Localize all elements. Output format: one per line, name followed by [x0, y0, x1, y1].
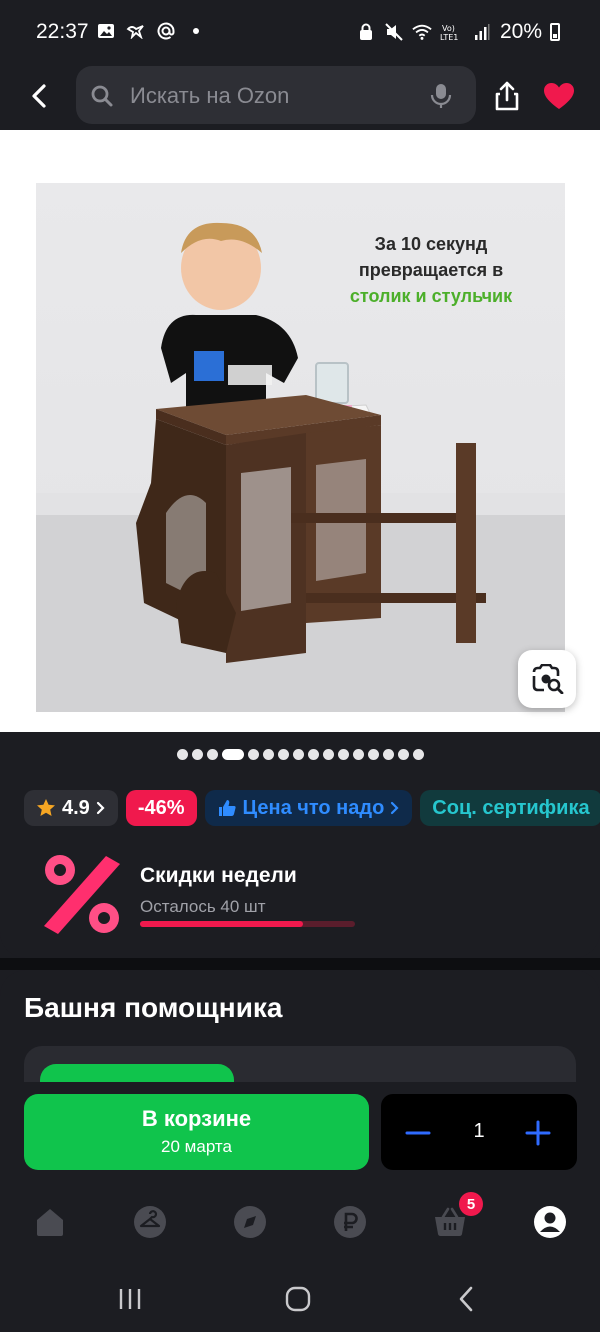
pagination-dot[interactable]	[262, 748, 274, 760]
search-input[interactable]: Искать на Ozon	[76, 66, 476, 124]
plus-icon[interactable]	[523, 1118, 553, 1148]
discount-value: -46%	[137, 796, 185, 819]
rating-badge[interactable]: 4.9	[24, 790, 118, 826]
pagination-dot[interactable]	[382, 748, 394, 760]
profile-icon[interactable]	[530, 1202, 570, 1242]
battery-percent: 20%	[499, 20, 542, 43]
pagination-dot[interactable]	[352, 748, 364, 760]
photo-caption-line3: столик и стульчик	[349, 286, 513, 306]
bottom-navigation: 5	[0, 1184, 600, 1264]
signal-icon	[472, 23, 492, 41]
image-icon	[96, 22, 116, 40]
microphone-icon[interactable]	[430, 83, 452, 109]
visual-search-icon	[532, 664, 564, 694]
gallery-pagination[interactable]	[0, 746, 600, 762]
deals-progress-fill	[140, 921, 304, 927]
compass-icon[interactable]	[230, 1202, 270, 1242]
at-icon	[156, 22, 176, 40]
pagination-dot[interactable]	[277, 748, 289, 760]
pagination-dot[interactable]	[337, 748, 349, 760]
recent-apps-icon[interactable]	[110, 1284, 150, 1314]
pagination-dot[interactable]	[367, 748, 379, 760]
cart-button-label: В корзине	[141, 1106, 252, 1131]
percent-icon	[36, 848, 128, 940]
battery-icon	[550, 23, 560, 41]
hanger-icon[interactable]	[130, 1202, 170, 1242]
section-divider	[0, 958, 600, 970]
pagination-dot[interactable]	[292, 748, 304, 760]
delivery-date: 20 марта	[161, 1137, 232, 1156]
system-navigation-bar	[0, 1264, 600, 1332]
search-icon	[90, 84, 114, 108]
star-icon	[37, 799, 55, 816]
product-title-card: Башня помощника	[0, 970, 600, 1106]
pagination-dot[interactable]	[397, 748, 409, 760]
ruble-icon[interactable]	[330, 1202, 370, 1242]
pagination-dot[interactable]	[412, 748, 424, 760]
heart-icon[interactable]	[543, 82, 575, 110]
product-photo: За 10 секунд превращается в столик и сту…	[36, 183, 565, 712]
price-badge-label: Цена что надо	[242, 796, 385, 819]
in-cart-button[interactable]: В корзине 20 марта	[24, 1094, 369, 1170]
pagination-dot[interactable]	[307, 748, 319, 760]
price-badge[interactable]: Цена что надо	[204, 790, 413, 826]
deals-title: Скидки недели	[140, 864, 297, 887]
badges-row: 4.9 -46% Цена что надо Соц. сертифика	[24, 790, 600, 826]
bird-icon	[126, 22, 146, 40]
visual-search-button[interactable]	[518, 650, 576, 708]
chevron-right-icon	[96, 801, 105, 815]
status-notification-icons	[96, 22, 206, 40]
back-arrow-icon[interactable]	[24, 80, 56, 112]
lte-icon: Vo) LTE1	[440, 23, 464, 41]
chevron-right-icon	[391, 801, 399, 815]
deals-remaining: Осталось 40 шт	[140, 897, 266, 916]
home-icon[interactable]	[30, 1202, 70, 1242]
dot-icon	[186, 22, 206, 40]
discount-badge: -46%	[125, 790, 197, 826]
pagination-dot[interactable]	[206, 748, 218, 760]
photo-caption-line2: превращается в	[358, 260, 504, 280]
system-back-icon[interactable]	[446, 1284, 486, 1314]
pagination-dot[interactable]	[191, 748, 203, 760]
product-gallery[interactable]: За 10 секунд превращается в столик и сту…	[0, 130, 600, 732]
photo-caption: За 10 секунд превращается в столик и сту…	[336, 231, 526, 309]
pagination-dot[interactable]	[322, 748, 334, 760]
wifi-icon	[412, 23, 432, 41]
product-title: Башня помощника	[24, 992, 283, 1023]
bottom-action-bar: В корзине 20 марта 1	[0, 1082, 600, 1184]
photo-caption-line1: За 10 секунд	[374, 234, 488, 254]
quantity-stepper: 1	[381, 1094, 577, 1170]
thumbs-up-icon	[218, 800, 236, 816]
status-bar: 22:37 Vo) LTE1 20%	[0, 0, 600, 64]
status-system-icons: Vo) LTE1 20%	[356, 20, 560, 44]
deals-progress-bar	[140, 921, 355, 927]
rating-value: 4.9	[62, 796, 90, 819]
pagination-dot[interactable]	[176, 748, 188, 760]
pagination-dot[interactable]	[247, 748, 259, 760]
mute-icon	[384, 23, 404, 41]
search-placeholder: Искать на Ozon	[130, 83, 290, 108]
status-time: 22:37	[36, 20, 89, 43]
home-button-icon[interactable]	[278, 1284, 318, 1314]
certificate-badge[interactable]: Соц. сертифика	[420, 790, 600, 826]
pagination-dot-active[interactable]	[221, 748, 244, 760]
certificate-badge-label: Соц. сертифика	[432, 796, 590, 819]
top-app-bar: Искать на Ozon	[0, 64, 600, 130]
svg-text:LTE1: LTE1	[440, 33, 458, 41]
lock-icon	[356, 23, 376, 41]
cart-count-badge: 5	[459, 1192, 483, 1216]
share-icon[interactable]	[492, 80, 522, 112]
svg-text:Vo): Vo)	[442, 24, 455, 33]
week-deals-card[interactable]: Скидки недели Осталось 40 шт	[0, 832, 600, 958]
